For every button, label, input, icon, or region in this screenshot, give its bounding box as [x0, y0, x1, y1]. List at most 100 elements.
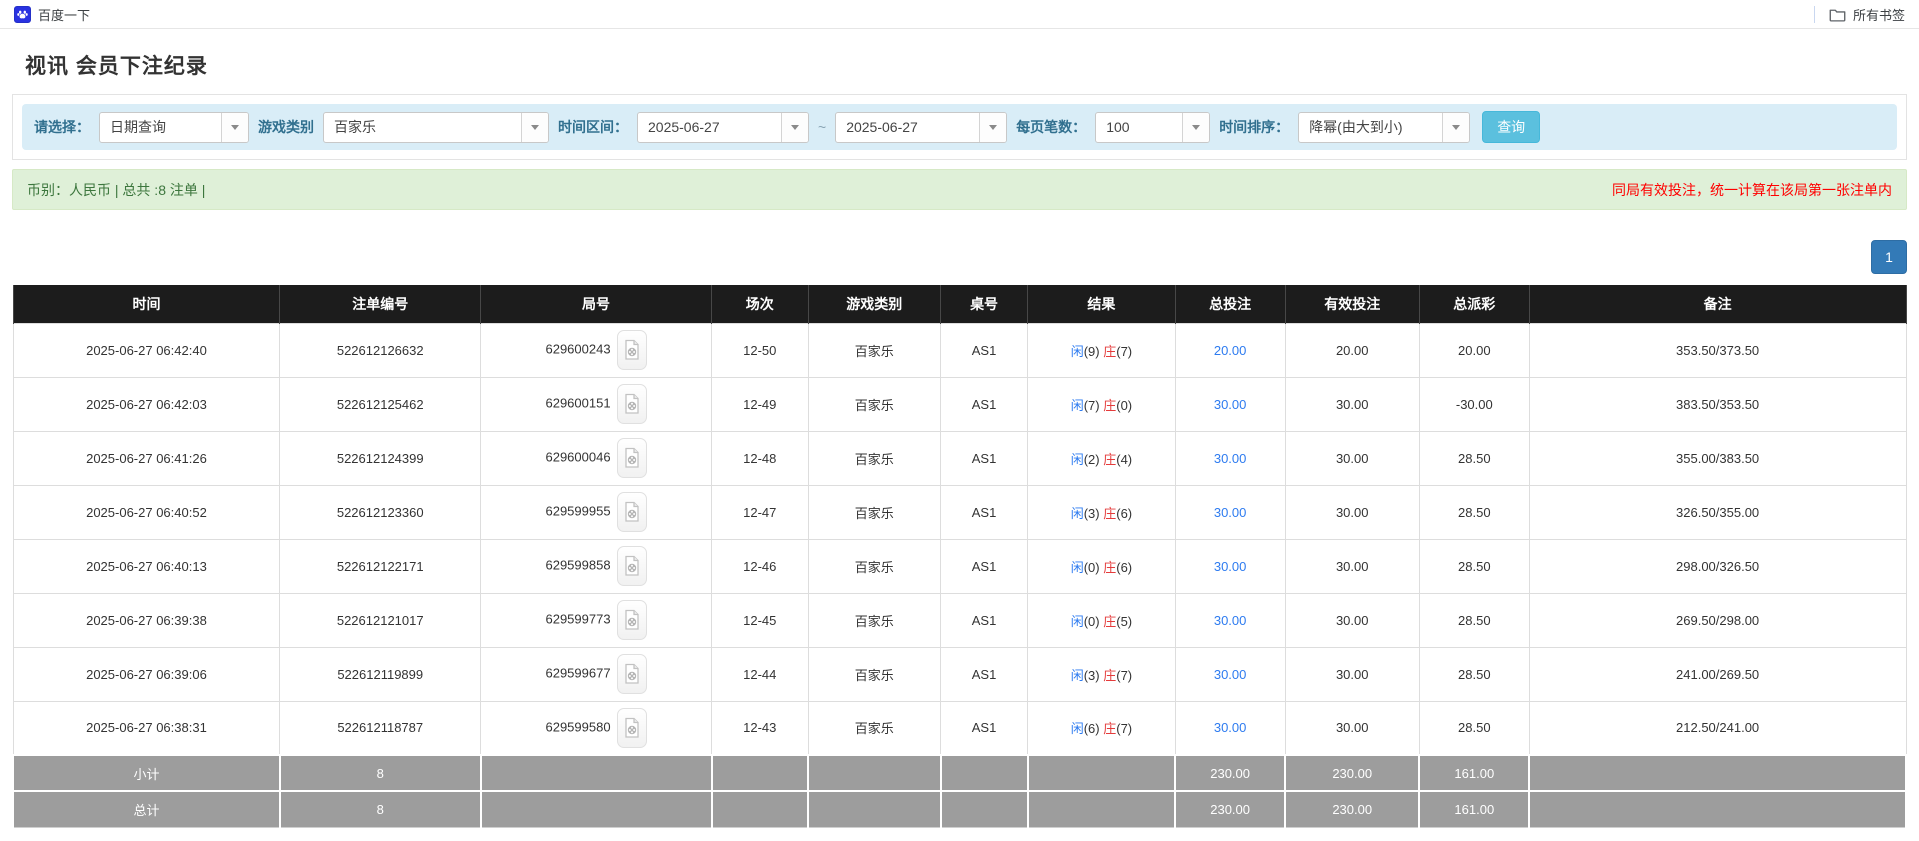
cell-payout: 28.50 — [1418, 592, 1530, 648]
filter-panel: 请选择： 日期查询 游戏类别 百家乐 时间区间： 2025-06-27 ~ 20… — [12, 94, 1907, 160]
query-type-select[interactable]: 日期查询 — [99, 111, 249, 143]
player-score: (9) — [1083, 343, 1100, 359]
video-playback-icon[interactable] — [616, 654, 647, 694]
cell-valid-bet: 20.00 — [1284, 322, 1420, 378]
cell-bet-id: 522612121017 — [279, 592, 482, 648]
time-sort-value: 降幂(由大到小) — [1309, 118, 1403, 135]
footer-empty — [1528, 790, 1907, 828]
cell-payout: 20.00 — [1418, 322, 1530, 378]
footer-empty — [479, 790, 713, 828]
banker-result-label: 庄 — [1103, 451, 1117, 467]
header-session: 场次 — [711, 285, 809, 323]
total-bet-link[interactable]: 30.00 — [1214, 613, 1247, 628]
banker-score: (6) — [1116, 505, 1133, 521]
cell-bet-id: 522612122171 — [279, 538, 482, 594]
total-bet-link[interactable]: 30.00 — [1214, 505, 1247, 520]
cell-time: 2025-06-27 06:42:40 — [12, 322, 281, 378]
date-from-input[interactable]: 2025-06-27 — [637, 111, 809, 143]
footer-empty — [710, 754, 810, 792]
player-result-label: 闲 — [1070, 613, 1084, 629]
video-playback-icon[interactable] — [616, 546, 647, 586]
cell-table-no: AS1 — [940, 322, 1029, 378]
header-round-id: 局号 — [480, 285, 712, 323]
cell-time: 2025-06-27 06:38:31 — [12, 700, 281, 756]
total-bet-link[interactable]: 30.00 — [1214, 559, 1247, 574]
total-bet-link[interactable]: 20.00 — [1214, 343, 1247, 358]
date-to-value: 2025-06-27 — [846, 118, 918, 135]
round-id-text: 629599955 — [545, 503, 611, 519]
all-bookmarks-label: 所有书签 — [1852, 7, 1905, 23]
cell-session: 12-47 — [711, 484, 809, 540]
video-playback-icon[interactable] — [616, 330, 647, 370]
banker-score: (4) — [1116, 451, 1133, 467]
query-button[interactable]: 查询 — [1482, 111, 1541, 143]
cell-game-type: 百家乐 — [807, 430, 942, 486]
all-bookmarks-button[interactable]: 所有书签 — [1829, 5, 1905, 24]
chevron-down-icon[interactable] — [1442, 112, 1470, 142]
cell-payout: 28.50 — [1418, 646, 1530, 702]
date-to-input[interactable]: 2025-06-27 — [835, 111, 1008, 143]
cell-remark: 269.50/298.00 — [1528, 592, 1907, 648]
total-bet-link[interactable]: 30.00 — [1214, 720, 1247, 735]
chevron-down-icon[interactable] — [221, 112, 248, 142]
footer-empty — [807, 754, 942, 792]
cell-session: 12-46 — [711, 538, 809, 594]
total-bet-link[interactable]: 30.00 — [1214, 397, 1247, 412]
footer-label: 总计 — [12, 790, 281, 828]
chevron-down-icon[interactable] — [521, 112, 548, 142]
table-row: 2025-06-27 06:39:38 522612121017 6295997… — [12, 592, 1907, 648]
footer-empty — [479, 754, 713, 792]
cell-time: 2025-06-27 06:41:26 — [12, 430, 281, 486]
chevron-down-icon[interactable] — [979, 112, 1007, 142]
summary-row: 总计 8 230.00 230.00 161.00 — [12, 790, 1907, 828]
baidu-favicon-icon — [14, 5, 31, 23]
video-playback-icon[interactable] — [616, 707, 647, 748]
time-sort-select[interactable]: 降幂(由大到小) — [1298, 111, 1471, 143]
player-result-label: 闲 — [1070, 721, 1084, 737]
round-id-text: 629600151 — [545, 395, 611, 411]
footer-payout: 161.00 — [1418, 790, 1531, 828]
header-total-bet: 总投注 — [1174, 285, 1286, 323]
round-id-text: 629599773 — [545, 611, 611, 627]
game-type-select[interactable]: 百家乐 — [323, 111, 549, 143]
table-row: 2025-06-27 06:41:26 522612124399 6296000… — [12, 430, 1907, 486]
bookmarks-divider — [1813, 5, 1815, 23]
cell-game-type: 百家乐 — [807, 376, 942, 432]
cell-total-bet: 30.00 — [1174, 646, 1286, 702]
cell-total-bet: 30.00 — [1174, 592, 1286, 648]
total-bet-link[interactable]: 30.00 — [1214, 667, 1247, 682]
chevron-down-icon[interactable] — [781, 112, 808, 142]
player-score: (6) — [1083, 721, 1100, 737]
video-playback-icon[interactable] — [616, 384, 647, 424]
total-bet-link[interactable]: 30.00 — [1214, 451, 1247, 466]
page-title: 视讯 会员下注纪录 — [25, 55, 208, 78]
cell-time: 2025-06-27 06:40:13 — [12, 538, 281, 594]
footer-empty — [1528, 754, 1907, 792]
page-1-button[interactable]: 1 — [1871, 240, 1907, 274]
video-playback-icon[interactable] — [616, 492, 647, 532]
cell-game-type: 百家乐 — [807, 538, 942, 594]
cell-table-no: AS1 — [940, 592, 1029, 648]
video-playback-icon[interactable] — [616, 600, 647, 640]
round-id-text: 629599580 — [545, 719, 611, 735]
cell-round-id: 629599955 — [480, 484, 712, 540]
cell-remark: 298.00/326.50 — [1528, 538, 1907, 594]
date-range-separator: ~ — [818, 119, 827, 135]
cell-result: 闲(6) 庄(7) — [1027, 700, 1176, 756]
cell-payout: -30.00 — [1418, 376, 1530, 432]
banker-result-label: 庄 — [1103, 667, 1117, 683]
video-playback-icon[interactable] — [616, 438, 647, 478]
game-type-value: 百家乐 — [334, 118, 376, 135]
footer-empty — [939, 754, 1029, 792]
bookmark-baidu[interactable]: 百度一下 — [14, 5, 90, 24]
chevron-down-icon[interactable] — [1182, 112, 1210, 142]
banker-score: (5) — [1116, 613, 1133, 629]
filter-bar: 请选择： 日期查询 游戏类别 百家乐 时间区间： 2025-06-27 ~ 20… — [22, 104, 1897, 150]
cell-time: 2025-06-27 06:42:03 — [12, 376, 281, 432]
cell-round-id: 629599677 — [480, 646, 712, 702]
page-size-select[interactable]: 100 — [1095, 111, 1211, 143]
footer-total-bet: 230.00 — [1174, 790, 1287, 828]
footer-empty — [1026, 754, 1177, 792]
cell-table-no: AS1 — [940, 646, 1029, 702]
cell-bet-id: 522612119899 — [279, 646, 482, 702]
